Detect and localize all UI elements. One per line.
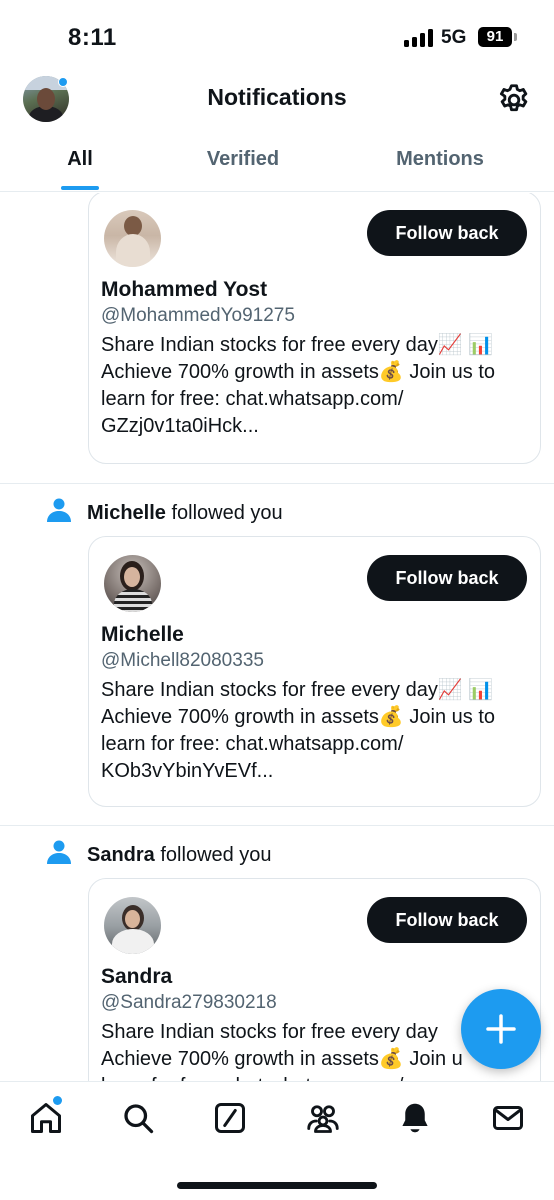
search-icon[interactable] xyxy=(120,1100,156,1136)
status-bar: 8:11 5G 91 xyxy=(0,0,554,70)
notification-text: Michelle followed you xyxy=(87,502,283,525)
bio-line: GZzj0v1ta0iHck... xyxy=(101,415,259,437)
profile-card[interactable]: Follow back Mohammed Yost @MohammedYo912… xyxy=(88,193,541,464)
user-name[interactable]: Mohammed Yost xyxy=(101,278,267,302)
follow-back-button[interactable]: Follow back xyxy=(367,210,527,256)
notification-tabs: All Verified Mentions xyxy=(0,132,554,192)
user-handle[interactable]: @Sandra279830218 xyxy=(101,992,277,1014)
user-avatar[interactable] xyxy=(104,897,161,954)
user-handle[interactable]: @MohammedYo91275 xyxy=(101,305,295,327)
user-name[interactable]: Michelle xyxy=(101,623,184,647)
notification-item[interactable]: Follow back Mohammed Yost @MohammedYo912… xyxy=(0,193,554,483)
bio-line: KOb3vYbinYvEVf... xyxy=(101,760,274,782)
notification-action: followed you xyxy=(160,844,272,866)
bio-line: Share Indian stocks for free every day📈 … xyxy=(101,334,494,356)
person-icon xyxy=(47,498,71,522)
bio-line: Achieve 700% growth in assets💰 Join us t… xyxy=(101,706,495,728)
follower-name[interactable]: Michelle xyxy=(87,502,166,524)
notifications-feed[interactable]: Follow back Mohammed Yost @MohammedYo912… xyxy=(0,193,554,1081)
notification-text: Sandra followed you xyxy=(87,844,272,867)
bio-line: learn for free: chat.whatsapp.com/ xyxy=(101,1073,531,1081)
plus-icon xyxy=(486,1014,516,1044)
battery-tip xyxy=(514,33,517,41)
follow-back-button[interactable]: Follow back xyxy=(367,897,527,943)
active-tab-indicator xyxy=(61,186,99,190)
home-indicator xyxy=(177,1182,377,1189)
user-avatar[interactable] xyxy=(104,555,161,612)
header: Notifications xyxy=(0,70,554,130)
bio-line: Achieve 700% growth in assets💰 Join us t… xyxy=(101,361,495,383)
network-type: 5G xyxy=(441,27,467,48)
user-name[interactable]: Sandra xyxy=(101,965,172,989)
bio-line: Share Indian stocks for free every day📈 … xyxy=(101,679,494,701)
follow-back-button[interactable]: Follow back xyxy=(367,555,527,601)
mail-icon[interactable] xyxy=(490,1100,526,1136)
home-icon[interactable] xyxy=(28,1100,64,1136)
communities-icon[interactable] xyxy=(305,1100,341,1136)
compose-button[interactable] xyxy=(461,989,541,1069)
status-time: 8:11 xyxy=(68,24,117,51)
profile-card[interactable]: Follow back Michelle @Michell82080335 Sh… xyxy=(88,536,541,807)
user-bio: Share Indian stocks for free every day📈 … xyxy=(101,677,531,785)
bottom-navigation xyxy=(0,1081,554,1200)
tab-mentions[interactable]: Mentions xyxy=(380,148,500,171)
user-handle[interactable]: @Michell82080335 xyxy=(101,650,264,672)
gear-icon[interactable] xyxy=(496,82,532,118)
person-icon xyxy=(47,840,71,864)
page-title: Notifications xyxy=(207,84,347,110)
user-avatar[interactable] xyxy=(104,210,161,267)
bio-line: learn for free: chat.whatsapp.com/ xyxy=(101,733,404,755)
bell-icon[interactable] xyxy=(397,1100,433,1136)
tab-all[interactable]: All xyxy=(50,148,110,171)
bio-line: learn for free: chat.whatsapp.com/ xyxy=(101,388,404,410)
follower-name[interactable]: Sandra xyxy=(87,844,155,866)
home-unread-dot xyxy=(53,1096,62,1105)
cellular-signal-icon xyxy=(404,29,434,47)
notification-action: followed you xyxy=(171,502,283,524)
tab-verified[interactable]: Verified xyxy=(183,148,303,171)
notification-item[interactable]: Michelle followed you Follow back Michel… xyxy=(0,484,554,825)
grok-icon[interactable] xyxy=(212,1100,248,1136)
battery-icon: 91 xyxy=(478,27,512,47)
user-bio: Share Indian stocks for free every day📈 … xyxy=(101,332,531,440)
